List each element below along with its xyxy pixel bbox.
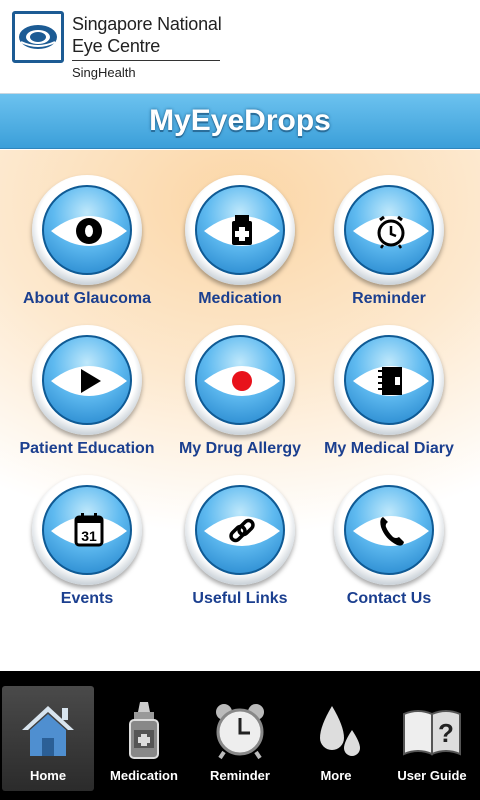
tile-button[interactable] [334,175,444,285]
org-parent: SingHealth [72,65,136,80]
svg-text:?: ? [438,718,454,748]
calendar-day: 31 [81,528,97,544]
tile-button[interactable]: 31 [32,475,142,585]
tile-button[interactable] [185,175,295,285]
my-medical-diary-button[interactable]: My Medical Diary [314,312,464,462]
snec-logo [12,11,64,63]
link-icon [204,516,280,546]
reminder-button[interactable]: Reminder [314,162,464,312]
medicine-bottle-icon [204,215,280,246]
tile-label: Reminder [352,290,426,307]
app-title: MyEyeDrops [149,104,331,137]
eye-drop-bottle-icon [129,702,159,759]
eye-logo-icon [19,25,57,49]
tab-label: More [320,768,352,783]
app-header: Singapore National Eye Centre SingHealth [0,0,480,93]
book-question-icon: ? [403,710,461,756]
my-drug-allergy-button[interactable]: My Drug Allergy [165,312,315,462]
tab-more[interactable]: More [290,686,382,791]
tab-label: Reminder [210,768,270,783]
tab-label: User Guide [397,768,467,783]
droplets-icon [320,706,360,756]
tab-label: Home [29,768,67,783]
alarm-clock-icon [216,704,264,760]
medication-button[interactable]: Medication [165,162,315,312]
tile-button[interactable] [185,475,295,585]
bottom-tab-bar: Home Medication Reminder More ? User Gui… [0,671,480,800]
tile-button[interactable] [32,325,142,435]
tile-button[interactable] [185,325,295,435]
tab-user-guide[interactable]: ? User Guide [386,686,478,791]
org-name-line2: Eye Centre [72,36,161,56]
home-icon [22,706,74,756]
contact-us-button[interactable]: Contact Us [314,462,464,612]
diary-icon [353,366,429,396]
patient-education-button[interactable]: Patient Education [12,312,162,462]
useful-links-button[interactable]: Useful Links [165,462,315,612]
tile-button[interactable] [32,175,142,285]
home-menu: About Glaucoma Medication Reminder Patie… [0,150,480,671]
alarm-clock-icon [353,215,429,249]
tab-home[interactable]: Home [2,686,94,791]
phone-icon [353,516,429,546]
play-icon [51,366,127,396]
tab-reminder[interactable]: Reminder [194,686,286,791]
tile-label: Contact Us [346,590,432,607]
events-button[interactable]: 31 Events [12,462,162,612]
tab-medication[interactable]: Medication [98,686,190,791]
tile-label: My Medical Diary [324,440,454,457]
tile-button[interactable] [334,475,444,585]
pupil-icon [51,216,127,246]
org-name-line1: Singapore National [72,14,222,34]
title-bar: MyEyeDrops [0,93,480,149]
tile-button[interactable] [334,325,444,435]
calendar-icon: 31 [51,513,127,547]
tab-label: Medication [110,768,178,783]
red-dot-icon [204,366,280,396]
about-glaucoma-button[interactable]: About Glaucoma [12,162,162,312]
org-divider [72,60,220,61]
